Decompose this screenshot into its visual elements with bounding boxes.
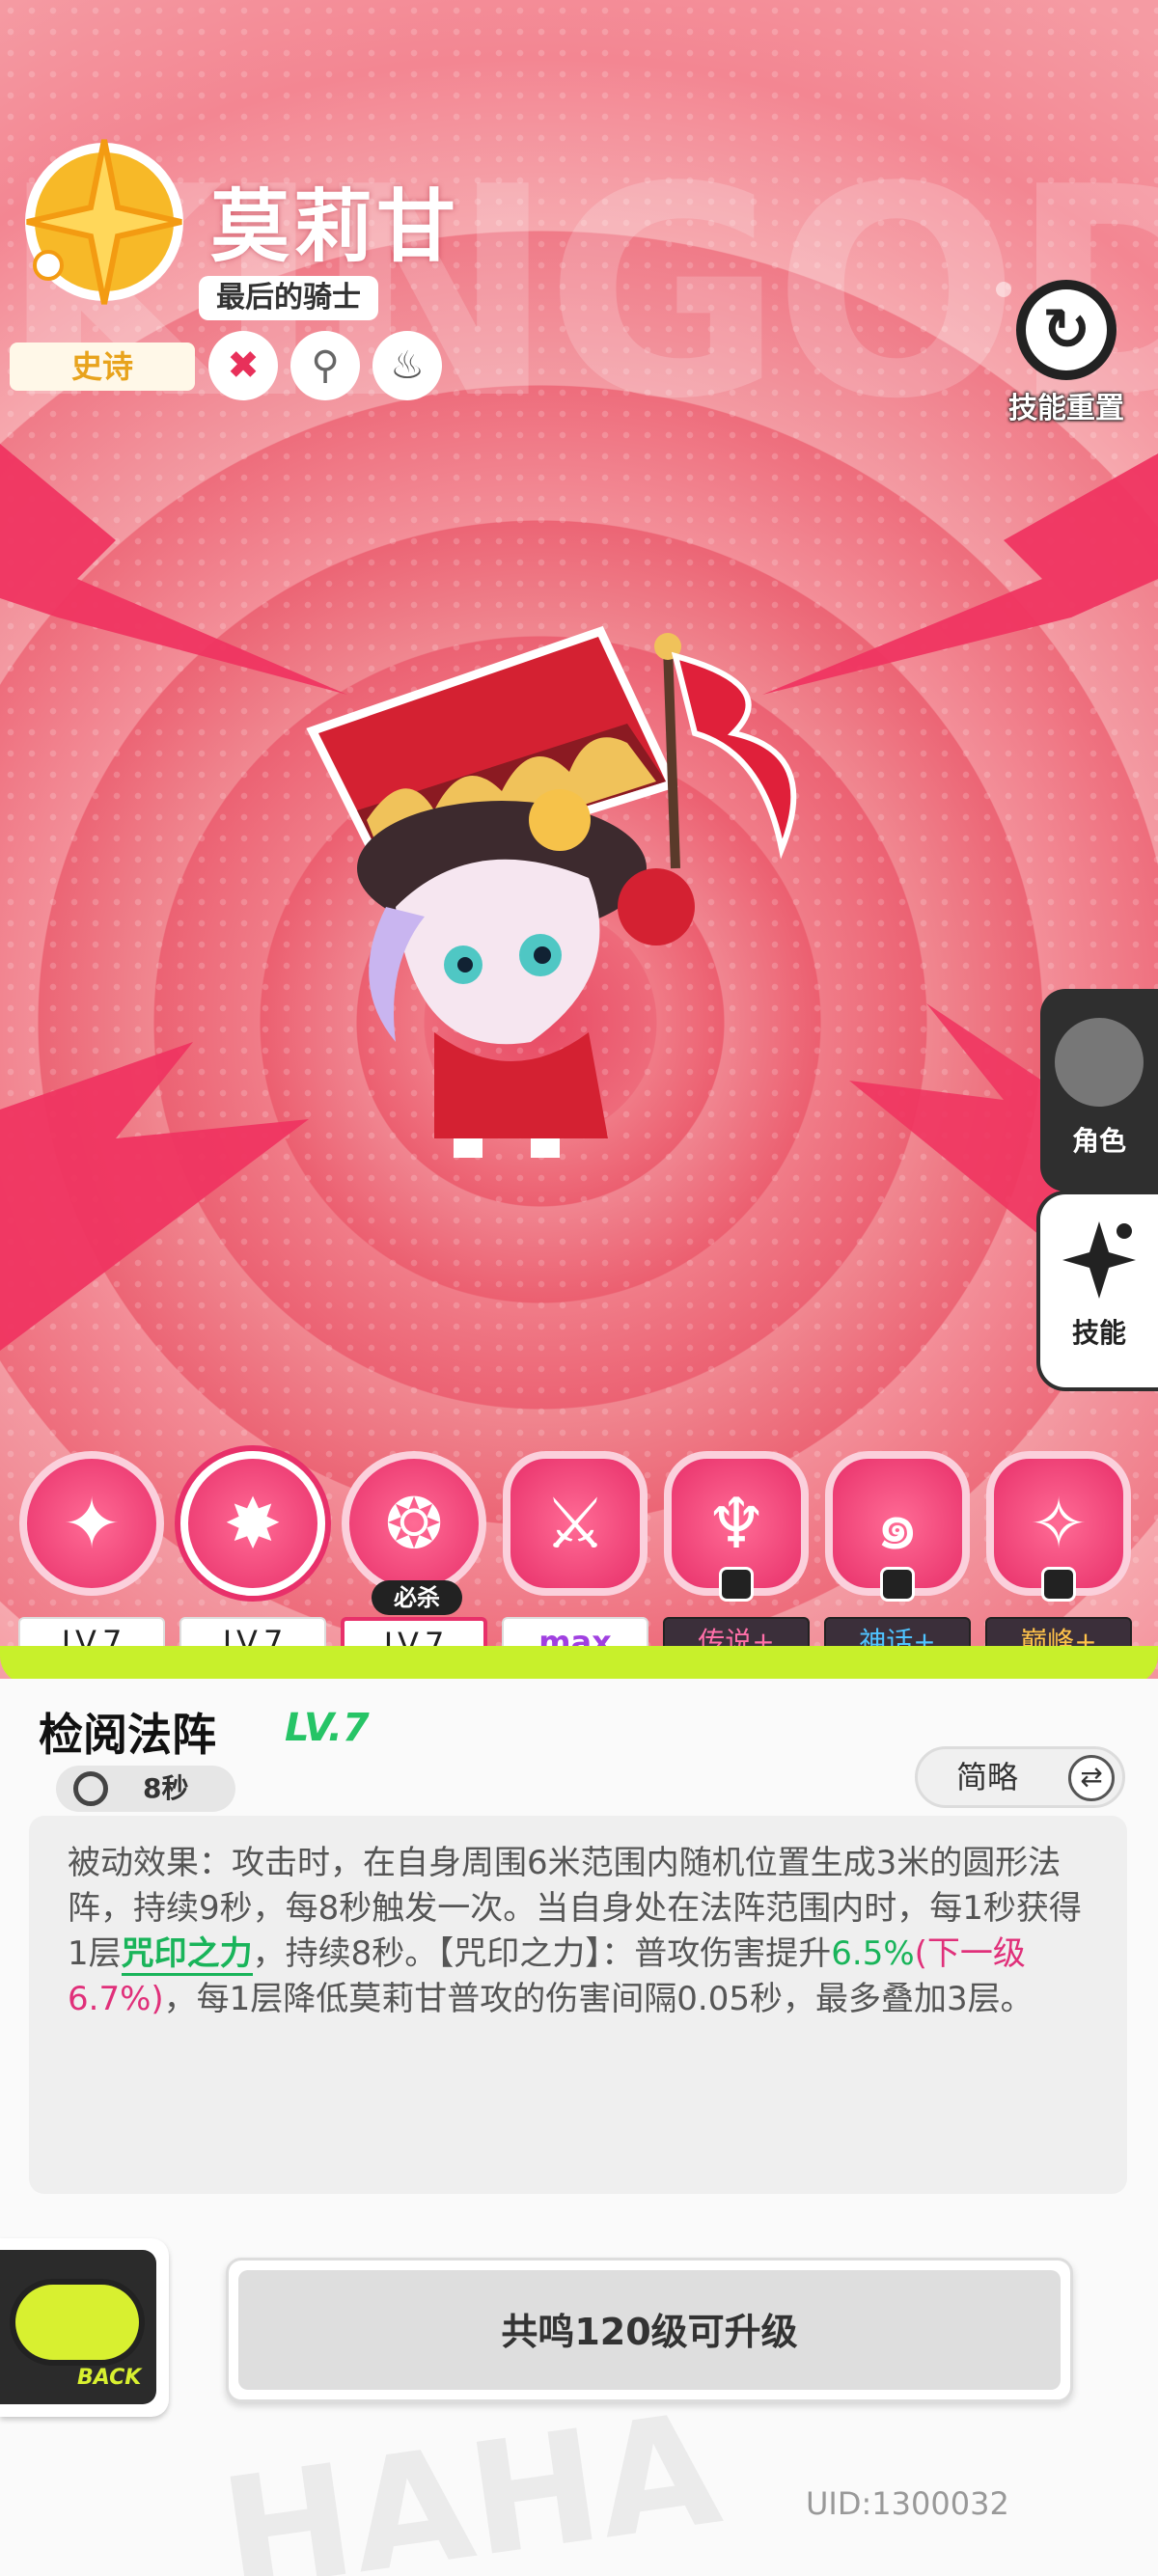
lock-icon <box>719 1567 754 1602</box>
rarity-star-emblem <box>25 139 183 305</box>
hero-title-tag: 最后的骑士 <box>199 276 378 320</box>
trident-icon: ♆ <box>664 1451 809 1602</box>
skill-reset-label: 技能重置 <box>1008 392 1124 425</box>
swap-icon: ⇄ <box>1068 1755 1115 1801</box>
back-arrow-icon <box>10 2279 145 2366</box>
hero-character-portrait <box>306 625 797 1158</box>
skill-slot-1[interactable]: ✦ LV.7 <box>14 1447 170 1663</box>
desc-keyword: 咒印之力 <box>121 1934 253 1976</box>
skill-slot-3[interactable]: ❂ LV.7 <box>336 1447 492 1663</box>
skill-slot-7[interactable]: ✧ 巅峰+ <box>980 1447 1137 1663</box>
ultimate-badge: 必杀 <box>372 1580 462 1615</box>
desc-value: 6.5% <box>831 1934 915 1973</box>
tab-role[interactable]: 角色 <box>1040 989 1158 1192</box>
clock-icon <box>73 1771 108 1806</box>
tab-skill-label: 技能 <box>1071 1317 1126 1349</box>
skill-description: 被动效果：攻击时，在自身周围6米范围内随机位置生成3米的圆形法阵，持续9秒，每8… <box>29 1816 1127 2194</box>
reset-icon: ↻ <box>1016 280 1117 380</box>
claw-slash-icon: ⚔ <box>503 1451 648 1596</box>
sparkle-icon <box>1062 1221 1136 1299</box>
hero-name: 莫莉甘 <box>210 181 460 273</box>
rarity-badge: 史诗 <box>10 343 195 391</box>
brief-toggle[interactable]: 简略 ⇄ <box>915 1746 1125 1808</box>
upgrade-button[interactable]: 共鸣120级可升级 <box>226 2258 1073 2402</box>
lock-icon <box>880 1567 915 1602</box>
uid-label: UID:1300032 <box>806 2485 1009 2522</box>
back-button[interactable]: BACK <box>0 2238 169 2417</box>
swirl-orb-icon: ❂ <box>342 1451 486 1596</box>
skill-name: 检阅法阵 <box>39 1709 216 1761</box>
cross-icon: ✖ <box>208 331 278 400</box>
spiral-star-icon: ✧ <box>986 1451 1131 1602</box>
upgrade-label: 共鸣120级可升级 <box>238 2270 1061 2390</box>
cooldown-badge: 8秒 <box>56 1766 235 1812</box>
flame-icon: ♨ <box>372 331 442 400</box>
star-burst-icon: ✦ <box>19 1451 164 1596</box>
vortex-icon: ๑ <box>825 1451 970 1602</box>
skill-list: ✦ LV.7 ✸ LV.7 ❂ LV.7 ⚔ max ♆ 传说+ ๑ 神话+ ✧… <box>0 1447 1158 1679</box>
back-button-face: BACK <box>0 2250 156 2404</box>
lock-icon <box>1041 1567 1076 1602</box>
avatar-icon <box>1055 1018 1144 1107</box>
tab-skill[interactable]: 技能 <box>1040 1194 1158 1387</box>
back-label: BACK <box>77 2366 142 2390</box>
desc-text: ，每1层降低莫莉甘普攻的伤害间隔0.05秒，最多叠加3层。 <box>163 1980 1034 2018</box>
cooldown-value: 8秒 <box>143 1772 189 1804</box>
magnifier-icon: ⚲ <box>290 331 360 400</box>
tab-role-label: 角色 <box>1071 1125 1126 1157</box>
skill-slot-6[interactable]: ๑ 神话+ <box>819 1447 976 1663</box>
brief-toggle-label: 简略 <box>956 1759 1019 1795</box>
desc-text: ，持续8秒。【咒印之力】：普攻伤害提升 <box>252 1934 832 1973</box>
skill-reset-button[interactable]: ↻ 技能重置 <box>984 280 1148 426</box>
skill-slot-2[interactable]: ✸ LV.7 <box>175 1447 331 1663</box>
skill-slot-5[interactable]: ♆ 传说+ <box>658 1447 814 1663</box>
explosion-icon: ✸ <box>180 1451 325 1596</box>
skill-slot-4[interactable]: ⚔ max <box>497 1447 653 1663</box>
skill-level-label: LV.7 <box>285 1706 370 1750</box>
